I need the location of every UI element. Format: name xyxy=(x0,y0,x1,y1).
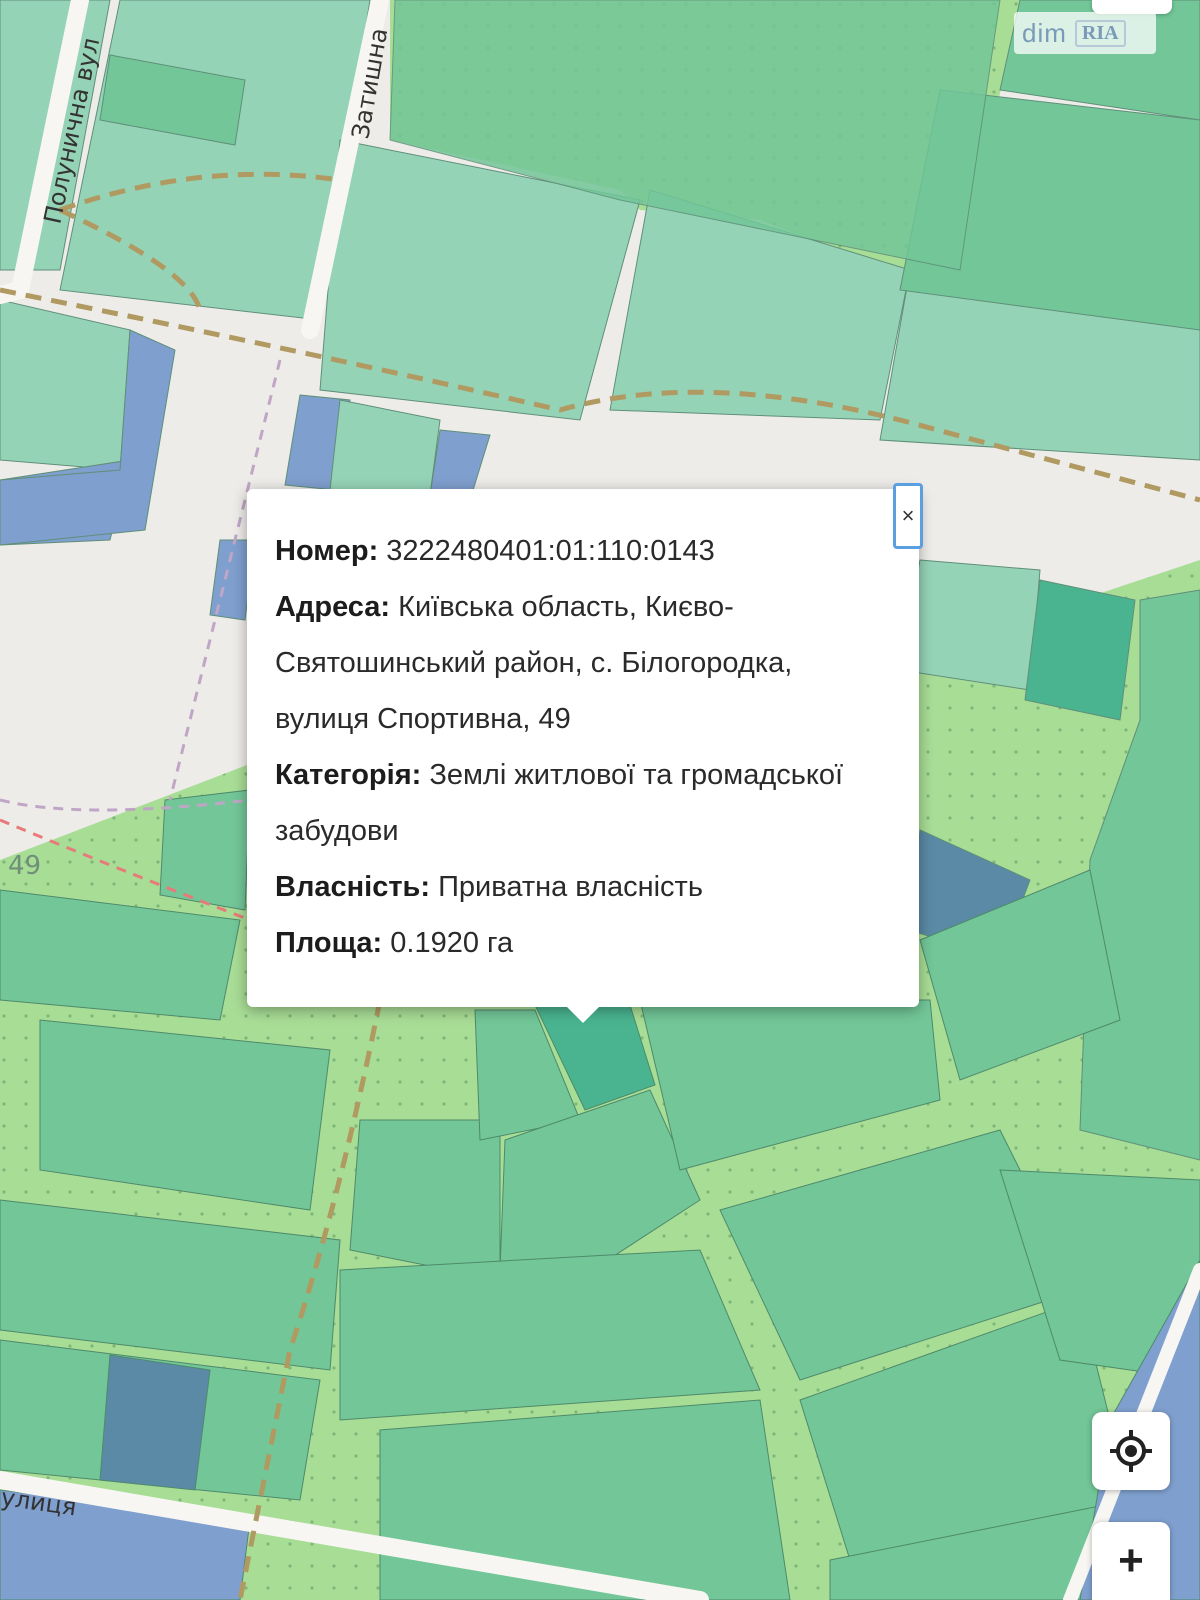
parcel-category-label: Категорія: xyxy=(275,759,422,791)
crosshair-icon xyxy=(1110,1430,1152,1472)
dimria-watermark: dim RIA xyxy=(1014,12,1156,54)
parcel-category-row: Категорія: Землі житлової та громадської… xyxy=(275,747,891,859)
parcel-address-row: Адреса: Київська область, Києво-Святошин… xyxy=(275,579,891,747)
parcel-address-label: Адреса: xyxy=(275,591,391,623)
house-number-label: 49 xyxy=(8,851,41,881)
close-icon: × xyxy=(901,503,915,528)
plus-icon: + xyxy=(1118,1536,1144,1585)
parcel-area-value: 0.1920 га xyxy=(390,927,514,959)
zoom-in-button[interactable]: + xyxy=(1092,1522,1170,1600)
parcel-ownership-row: Власність: Приватна власність xyxy=(275,859,891,915)
watermark-ria-text: RIA xyxy=(1074,19,1126,47)
parcel-info-popup: Номер: 3222480401:01:110:0143 Адреса: Ки… xyxy=(247,489,919,1007)
popup-tip xyxy=(565,1005,601,1023)
parcel-area-label: Площа: xyxy=(275,927,383,959)
parcel-ownership-label: Власність: xyxy=(275,871,431,903)
parcel-area-row: Площа: 0.1920 га xyxy=(275,915,891,971)
locate-button[interactable] xyxy=(1092,1412,1170,1490)
popup-close-button[interactable]: × xyxy=(893,483,923,549)
parcel-number-value: 3222480401:01:110:0143 xyxy=(386,535,715,567)
parcel-ownership-value: Приватна власність xyxy=(438,871,703,903)
watermark-dim-text: dim xyxy=(1022,17,1067,48)
parcel-number-label: Номер: xyxy=(275,535,379,567)
parcel-number-row: Номер: 3222480401:01:110:0143 xyxy=(275,523,891,579)
